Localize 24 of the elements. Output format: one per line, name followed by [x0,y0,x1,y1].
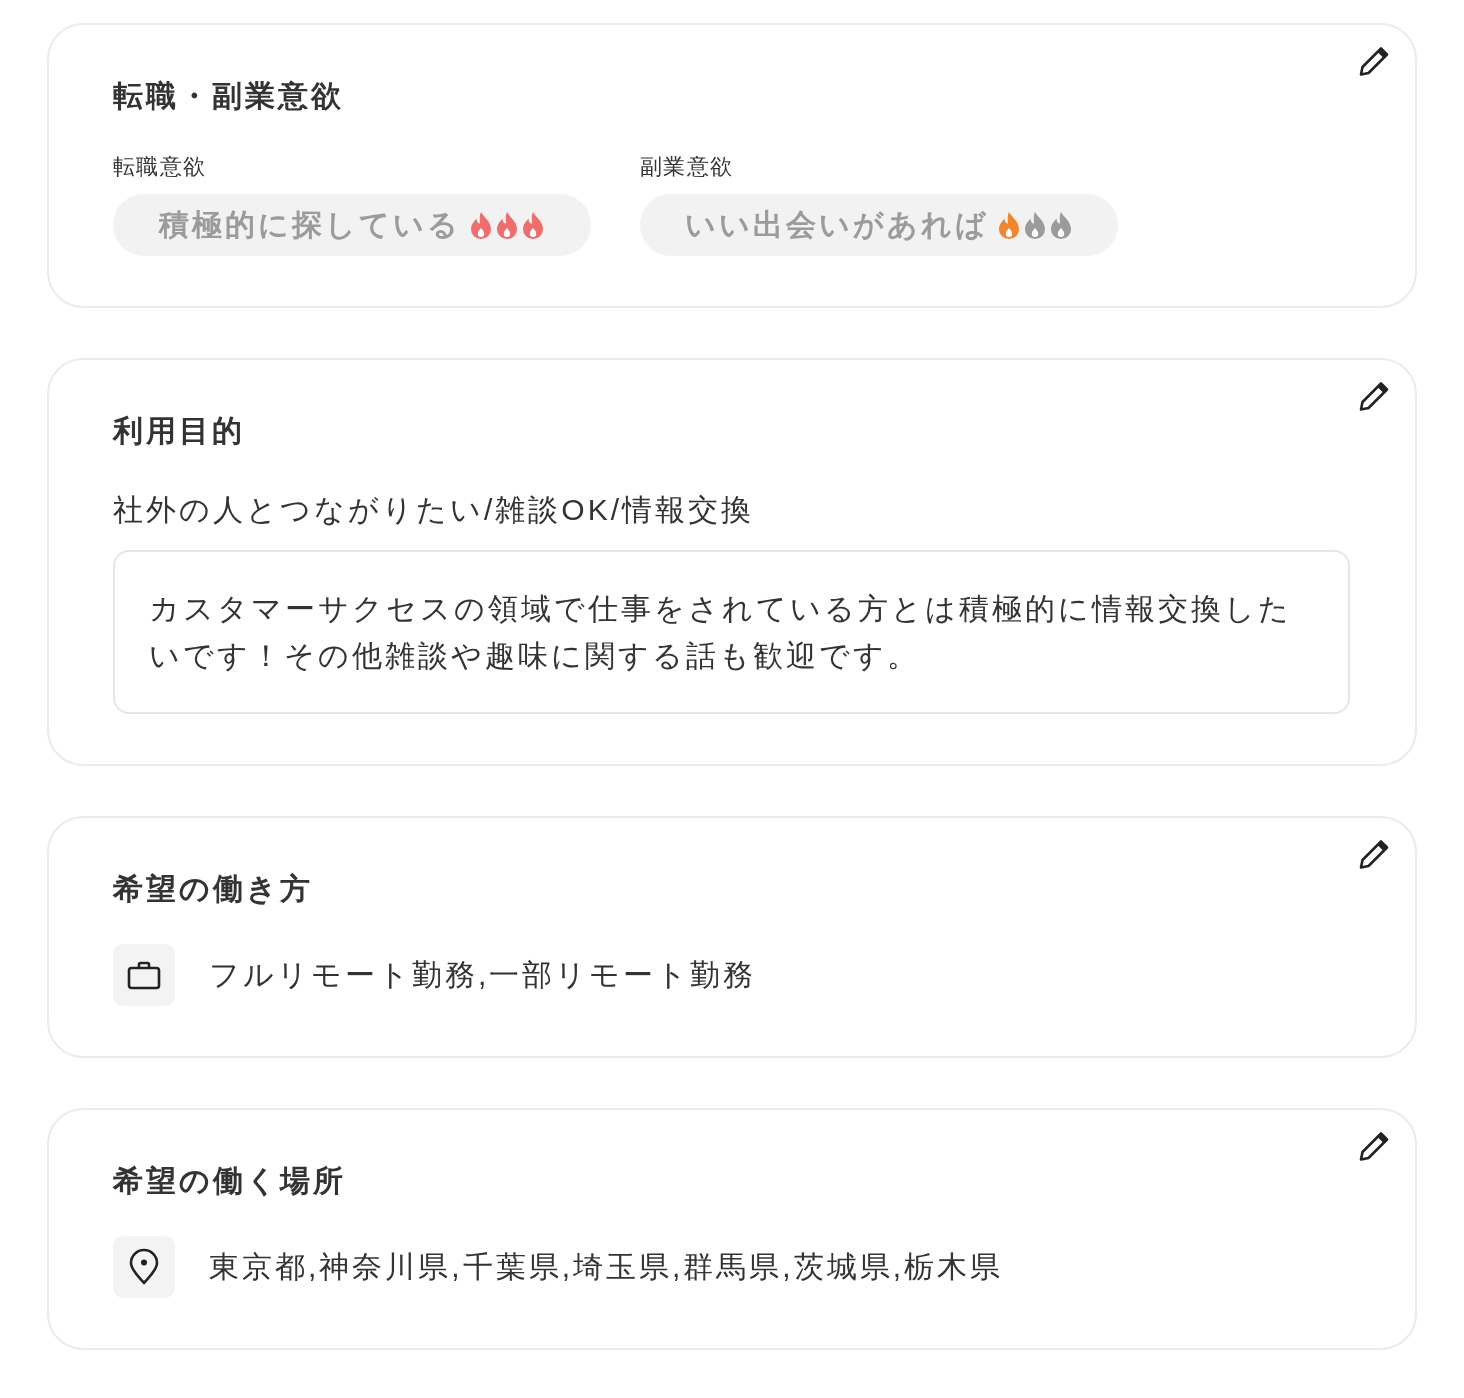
pencil-icon [1357,1129,1391,1163]
pencil-icon [1357,44,1391,78]
edit-button[interactable] [1357,379,1391,413]
section-title: 転職・副業意欲 [113,78,345,114]
work-style-text: フルリモート勤務,一部リモート勤務 [209,957,757,993]
section-title: 希望の働く場所 [113,1163,347,1199]
flame-icon [1023,211,1047,239]
pencil-icon [1357,837,1391,871]
briefcase-icon [113,944,175,1006]
description-text: カスタマーサクセスの領域で仕事をされている方とは積極的に情報交換したいです！その他雑談や趣味に関する話も歓迎です。 [149,591,1293,674]
field-label: 転職意欲 [113,153,208,181]
location-pin-icon [113,1236,175,1298]
status-text: 積極的に探している [159,207,461,243]
edit-button[interactable] [1357,1129,1391,1163]
pencil-icon [1357,379,1391,413]
flame-icon [1049,211,1073,239]
edit-button[interactable] [1357,837,1391,871]
section-title: 利用目的 [113,413,246,449]
location-text: 東京都,神奈川県,千葉県,埼玉県,群馬県,茨城県,栃木県 [209,1249,1003,1285]
section-title: 希望の働き方 [113,871,314,907]
status-text: いい出会いがあれば [685,207,989,243]
field-label: 副業意欲 [640,153,735,181]
purpose-summary: 社外の人とつながりたい/雑談OK/情報交換 [113,492,755,528]
edit-button[interactable] [1357,44,1391,78]
